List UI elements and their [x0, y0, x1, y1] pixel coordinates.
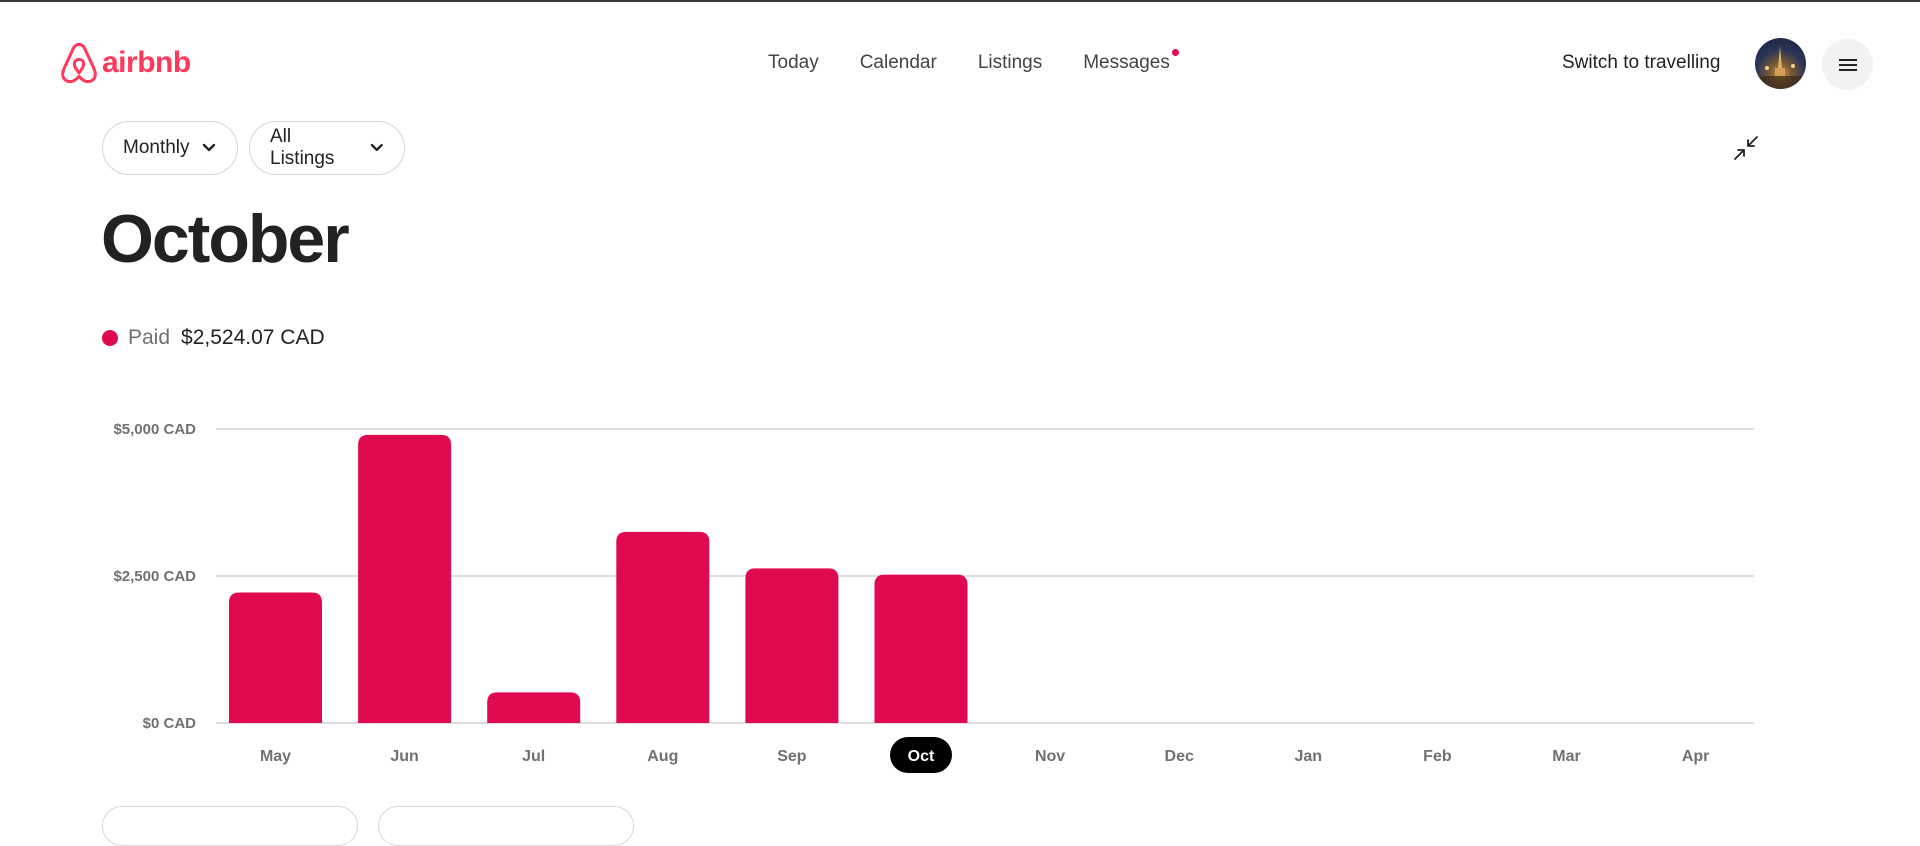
nav-calendar[interactable]: Calendar [860, 52, 937, 74]
switch-to-travelling-link[interactable]: Switch to travelling [1562, 52, 1720, 74]
collapse-button[interactable] [1733, 135, 1759, 161]
bar-may[interactable] [229, 592, 322, 723]
bottom-filter-1[interactable] [102, 806, 358, 846]
unread-dot [1171, 49, 1179, 56]
menu-button[interactable] [1822, 39, 1873, 90]
y-tick-label: $2,500 CAD [113, 568, 196, 585]
y-tick-label: $5,000 CAD [113, 421, 196, 438]
x-tick-label-may[interactable]: May [260, 748, 291, 765]
x-tick-label-oct[interactable]: Oct [908, 748, 935, 765]
listings-dropdown-label: All Listings [270, 126, 335, 169]
bar-aug[interactable] [616, 531, 710, 723]
x-tick-label-aug[interactable]: Aug [647, 748, 678, 765]
legend-value: $2,524.07 CAD [181, 326, 325, 349]
y-tick-label: $0 CAD [143, 715, 197, 732]
period-dropdown-label: Monthly [123, 137, 190, 158]
x-tick-label-dec[interactable]: Dec [1165, 748, 1194, 765]
x-tick-label-jun[interactable]: Jun [390, 748, 418, 765]
bar-sep[interactable] [745, 568, 839, 723]
x-tick-label-nov[interactable]: Nov [1035, 748, 1065, 765]
page-title: October [101, 201, 350, 277]
bar-jun[interactable] [358, 434, 452, 723]
x-tick-label-jan[interactable]: Jan [1295, 748, 1323, 765]
chevron-down-icon [202, 143, 215, 152]
airbnb-logo[interactable]: airbnb [60, 42, 191, 84]
x-tick-label-jul[interactable]: Jul [522, 748, 545, 765]
avatar[interactable] [1755, 38, 1806, 89]
main-nav: Today Calendar Listings Messages [768, 49, 1179, 74]
header: airbnb Today Calendar Listings Messages … [0, 2, 1920, 122]
x-tick-label-apr[interactable]: Apr [1682, 748, 1710, 765]
nav-today[interactable]: Today [768, 52, 819, 74]
legend: Paid $2,524.07 CAD [102, 326, 325, 350]
bar-jul[interactable] [487, 692, 581, 723]
airbnb-logo-icon [61, 42, 97, 84]
collapse-icon [1734, 136, 1758, 160]
hamburger-icon [1838, 58, 1857, 71]
x-tick-label-feb[interactable]: Feb [1423, 748, 1452, 765]
chevron-down-icon [371, 143, 384, 152]
chart-svg: $0 CAD $2,500 CAD $5,000 CAD May Jun Jul Aug Se… [113, 421, 1754, 773]
listings-dropdown[interactable]: All Listings [249, 121, 405, 175]
bar-oct[interactable] [874, 574, 968, 723]
x-tick-label-mar[interactable]: Mar [1552, 748, 1580, 765]
nav-listings[interactable]: Listings [978, 52, 1042, 74]
x-tick-label-sep[interactable]: Sep [777, 748, 807, 765]
earnings-chart: $0 CAD $2,500 CAD $5,000 CAD May Jun Jul Aug Se… [0, 400, 1920, 780]
nav-messages[interactable]: Messages [1083, 49, 1179, 74]
bottom-filter-2[interactable] [378, 806, 634, 846]
nav-messages-label: Messages [1083, 52, 1170, 73]
period-dropdown[interactable]: Monthly [102, 121, 238, 175]
logo-wordmark: airbnb [102, 46, 191, 79]
legend-dot [102, 330, 118, 346]
avatar-photo-icon [1755, 46, 1806, 89]
legend-label: Paid [128, 326, 171, 349]
